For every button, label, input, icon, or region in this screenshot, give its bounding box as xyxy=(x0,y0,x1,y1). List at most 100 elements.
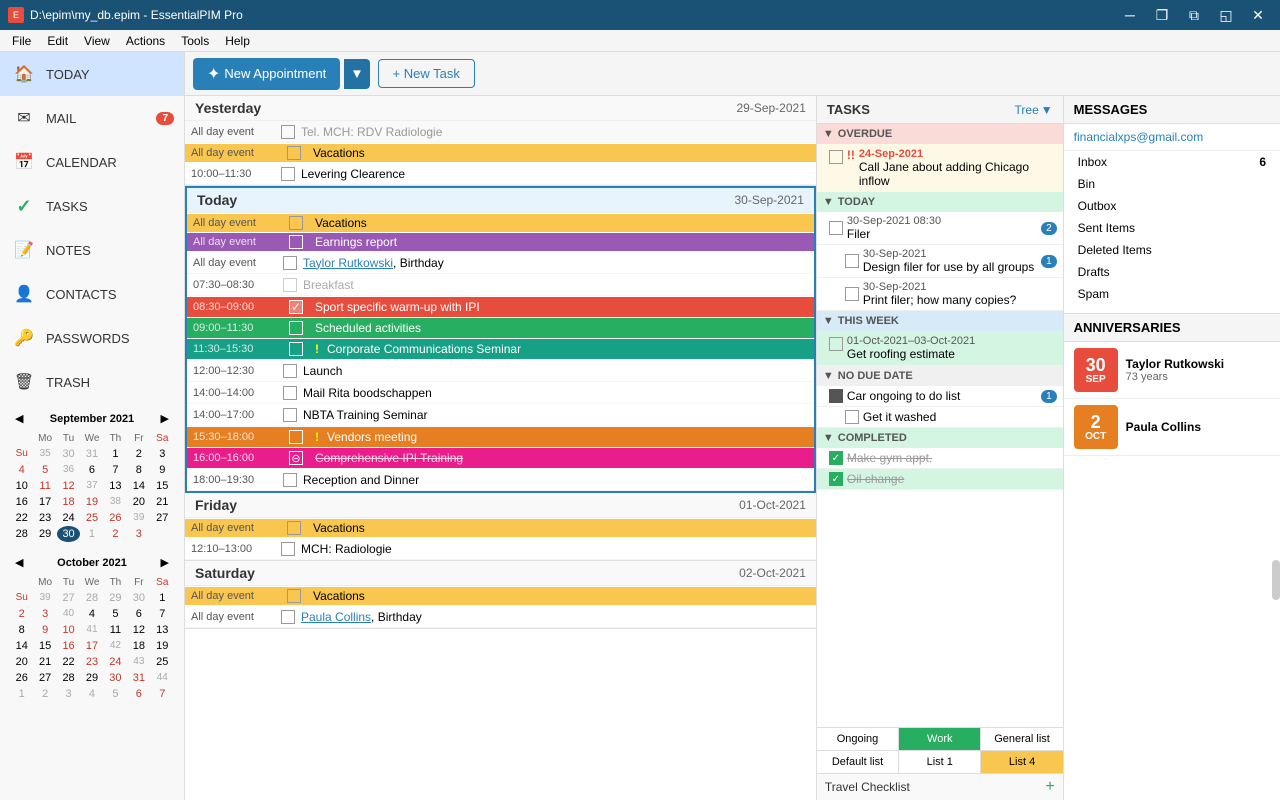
tab-general-list[interactable]: General list xyxy=(981,728,1062,750)
folder-drafts[interactable]: Drafts xyxy=(1064,261,1280,283)
event-checkbox[interactable] xyxy=(281,610,295,624)
event-friday-2[interactable]: 12:10–13:00 MCH: Radiologie xyxy=(185,538,816,560)
event-today-4[interactable]: 07:30–08:30 Breakfast xyxy=(187,274,814,296)
messages-email[interactable]: financialxps@gmail.com xyxy=(1064,124,1280,151)
event-checkbox[interactable] xyxy=(283,408,297,422)
event-today-12[interactable]: 16:00–16:00 ⊝ Comprehensive IPI Training xyxy=(187,448,814,468)
event-checkbox[interactable] xyxy=(287,589,301,603)
folder-bin[interactable]: Bin xyxy=(1064,173,1280,195)
event-today-13[interactable]: 18:00–19:30 Reception and Dinner xyxy=(187,469,814,491)
event-checkbox[interactable] xyxy=(283,256,297,270)
tab-list-1[interactable]: List 1 xyxy=(899,751,981,773)
mini-cal-oct-prev[interactable]: ◀ xyxy=(10,554,28,571)
event-checkbox[interactable] xyxy=(289,430,303,444)
task-today-sub-2[interactable]: 30-Sep-2021 Print filer; how many copies… xyxy=(817,278,1063,311)
anniversary-item-2[interactable]: 2 OCT Paula Collins xyxy=(1064,399,1280,456)
task-checkbox[interactable] xyxy=(845,254,859,268)
float-button[interactable]: ◱ xyxy=(1212,1,1240,29)
sidebar-item-today[interactable]: 🏠 TODAY xyxy=(0,52,184,96)
task-checkbox[interactable] xyxy=(829,337,843,351)
event-checkbox[interactable] xyxy=(287,521,301,535)
menu-tools[interactable]: Tools xyxy=(173,32,217,50)
minimize-button[interactable]: ─ xyxy=(1116,1,1144,29)
task-nodue-item[interactable]: Car ongoing to do list 1 xyxy=(817,386,1063,407)
sidebar-item-tasks[interactable]: ✓ TASKS xyxy=(0,184,184,228)
menu-view[interactable]: View xyxy=(76,32,118,50)
event-saturday-1[interactable]: All day event Vacations xyxy=(185,587,816,605)
sidebar-item-mail[interactable]: ✉ MAIL 7 xyxy=(0,96,184,140)
event-saturday-2[interactable]: All day event Paula Collins, Birthday xyxy=(185,606,816,628)
task-checkbox-checked[interactable]: ✓ xyxy=(829,472,843,486)
task-today-item-1[interactable]: 30-Sep-2021 08:30 Filer 2 xyxy=(817,212,1063,245)
task-completed-1[interactable]: ✓ Make gym appt. xyxy=(817,448,1063,469)
event-checkbox[interactable] xyxy=(283,364,297,378)
sidebar-item-passwords[interactable]: 🔑 PASSWORDS xyxy=(0,316,184,360)
sidebar-item-calendar[interactable]: 📅 CALENDAR xyxy=(0,140,184,184)
task-checkbox[interactable] xyxy=(829,150,843,164)
mini-cal-oct-next[interactable]: ▶ xyxy=(156,554,174,571)
event-checkbox[interactable] xyxy=(289,321,303,335)
task-overdue-item[interactable]: !! 24-Sep-2021 Call Jane about adding Ch… xyxy=(817,144,1063,192)
task-today-sub-1[interactable]: 30-Sep-2021 Design filer for use by all … xyxy=(817,245,1063,278)
event-checkbox[interactable] xyxy=(289,235,303,249)
task-checkbox-checked[interactable]: ✓ xyxy=(829,451,843,465)
snap-button[interactable]: ⧉ xyxy=(1180,1,1208,29)
task-section-today[interactable]: ▼ TODAY xyxy=(817,192,1063,212)
event-today-8[interactable]: 12:00–12:30 Launch xyxy=(187,360,814,382)
event-checkbox[interactable] xyxy=(283,473,297,487)
event-checkbox[interactable] xyxy=(287,146,301,160)
task-checkbox[interactable] xyxy=(845,287,859,301)
close-button[interactable]: ✕ xyxy=(1244,1,1272,29)
event-yesterday-1[interactable]: All day event Tel. MCH: RDV Radiologie xyxy=(185,121,816,143)
task-completed-2[interactable]: ✓ Oil change xyxy=(817,469,1063,490)
task-checkbox[interactable] xyxy=(845,410,859,424)
tasks-tree-button[interactable]: Tree ▼ xyxy=(1015,103,1053,117)
event-today-9[interactable]: 14:00–14:00 Mail Rita boodschappen xyxy=(187,382,814,404)
event-today-6[interactable]: 09:00–11:30 Scheduled activities xyxy=(187,318,814,338)
event-today-3[interactable]: All day event Taylor Rutkowski, Birthday xyxy=(187,252,814,274)
event-checkbox[interactable] xyxy=(281,542,295,556)
appointment-dropdown-button[interactable]: ▼ xyxy=(344,59,369,89)
event-today-7[interactable]: 11:30–15:30 ! Corporate Communications S… xyxy=(187,339,814,359)
folder-outbox[interactable]: Outbox xyxy=(1064,195,1280,217)
tasks-add-button[interactable]: + xyxy=(1045,778,1054,796)
event-checkbox[interactable] xyxy=(289,216,303,230)
task-checkbox[interactable] xyxy=(829,221,843,235)
menu-help[interactable]: Help xyxy=(217,32,258,50)
task-nodue-sub[interactable]: Get it washed xyxy=(817,407,1063,428)
event-checkbox[interactable] xyxy=(281,125,295,139)
restore-button[interactable]: ❐ xyxy=(1148,1,1176,29)
event-friday-1[interactable]: All day event Vacations xyxy=(185,519,816,537)
event-checkbox[interactable] xyxy=(283,278,297,292)
event-yesterday-2[interactable]: All day event Vacations xyxy=(185,144,816,162)
event-today-2[interactable]: All day event Earnings report xyxy=(187,233,814,251)
event-checkbox[interactable] xyxy=(281,167,295,181)
scrollbar-thumb[interactable] xyxy=(1272,560,1280,600)
task-section-completed[interactable]: ▼ COMPLETED xyxy=(817,428,1063,448)
task-checkbox-dark[interactable] xyxy=(829,389,843,403)
menu-actions[interactable]: Actions xyxy=(118,32,173,50)
event-checkbox[interactable]: ✓ xyxy=(289,300,303,314)
tab-list-4[interactable]: List 4 xyxy=(981,751,1062,773)
sidebar-item-contacts[interactable]: 👤 CONTACTS xyxy=(0,272,184,316)
folder-sent[interactable]: Sent Items xyxy=(1064,217,1280,239)
task-section-thisweek[interactable]: ▼ THIS WEEK xyxy=(817,311,1063,331)
mini-cal-sep-next[interactable]: ▶ xyxy=(156,410,174,427)
new-task-button[interactable]: + New Task xyxy=(378,59,475,88)
sidebar-item-notes[interactable]: 📝 NOTES xyxy=(0,228,184,272)
event-checkbox[interactable] xyxy=(283,386,297,400)
tab-work[interactable]: Work xyxy=(899,728,981,750)
event-checkbox[interactable]: ⊝ xyxy=(289,451,303,465)
event-today-10[interactable]: 14:00–17:00 NBTA Training Seminar xyxy=(187,404,814,426)
tab-ongoing[interactable]: Ongoing xyxy=(817,728,899,750)
event-today-5[interactable]: 08:30–09:00 ✓ Sport specific warm-up wit… xyxy=(187,297,814,317)
tab-default-list[interactable]: Default list xyxy=(817,751,899,773)
anniversary-item-1[interactable]: 30 SEP Taylor Rutkowski 73 years xyxy=(1064,342,1280,399)
folder-inbox[interactable]: Inbox 6 xyxy=(1064,151,1280,173)
event-checkbox[interactable] xyxy=(289,342,303,356)
task-week-item[interactable]: 01-Oct-2021–03-Oct-2021 Get roofing esti… xyxy=(817,331,1063,366)
folder-spam[interactable]: Spam xyxy=(1064,283,1280,305)
event-yesterday-3[interactable]: 10:00–11:30 Levering Clearence xyxy=(185,163,816,185)
menu-edit[interactable]: Edit xyxy=(39,32,76,50)
menu-file[interactable]: File xyxy=(4,32,39,50)
